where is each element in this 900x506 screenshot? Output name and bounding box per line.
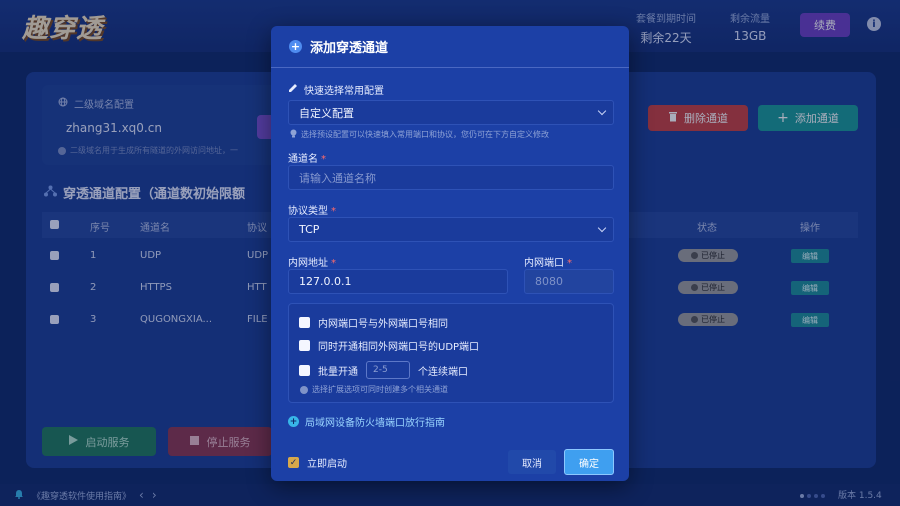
quick-config-hint-text: 选择预设配置可以快速填入常用端口和协议，您仍可在下方自定义修改 (301, 130, 549, 139)
tunnel-name-input[interactable]: 请输入通道名称 (288, 165, 614, 190)
plus-circle-icon: + (289, 40, 302, 53)
batch-suffix: 个连续端口 (418, 366, 468, 378)
required-mark: * (331, 206, 336, 217)
same-port-checkbox[interactable] (299, 317, 310, 328)
cancel-button[interactable]: 取消 (508, 450, 556, 474)
local-port-label-text: 内网端口 (524, 258, 564, 269)
firewall-guide-link[interactable]: + 局域网设备防火墙端口放行指南 (288, 414, 445, 429)
option-batch[interactable]: 批量开通 2-5 个连续端口 (299, 361, 468, 379)
batch-count-input[interactable]: 2-5 (366, 361, 410, 379)
quick-config-hint: 选择预设配置可以快速填入常用端口和协议，您仍可在下方自定义修改 (290, 129, 549, 140)
quick-config-label: 快速选择常用配置 (288, 82, 384, 97)
udp-label: 同时开通相同外网端口号的UDP端口 (318, 342, 480, 353)
local-port-input[interactable]: 8080 (524, 269, 614, 294)
firewall-guide-text: 局域网设备防火墙端口放行指南 (305, 418, 445, 429)
autostart-checkbox[interactable]: ✓ (288, 457, 299, 468)
info-icon (300, 385, 308, 394)
local-address-value: 127.0.0.1 (299, 275, 352, 288)
chevron-down-icon (597, 106, 607, 116)
batch-count-placeholder: 2-5 (373, 365, 388, 375)
required-mark: * (331, 258, 336, 269)
required-mark: * (321, 154, 326, 165)
plus-circle-icon: + (288, 416, 299, 427)
udp-checkbox[interactable] (299, 340, 310, 351)
autostart-option[interactable]: ✓ 立即启动 (288, 455, 347, 470)
tunnel-name-label: 通道名 * (288, 150, 326, 165)
confirm-button[interactable]: 确定 (564, 449, 614, 475)
protocol-label: 协议类型 * (288, 202, 336, 217)
local-address-input[interactable]: 127.0.0.1 (288, 269, 508, 294)
local-address-label: 内网地址 * (288, 254, 336, 269)
local-port-value: 8080 (535, 275, 563, 288)
dialog-header: + 添加穿透通道 (271, 26, 629, 68)
dialog-title: 添加穿透通道 (310, 41, 389, 56)
protocol-select[interactable]: TCP (288, 217, 614, 242)
options-hint: 选择扩展选项可同时创建多个相关通道 (300, 384, 448, 395)
autostart-label: 立即启动 (307, 459, 347, 470)
protocol-value: TCP (299, 223, 320, 236)
required-mark: * (567, 258, 572, 269)
same-port-label: 内网端口号与外网端口号相同 (318, 319, 448, 330)
options-hint-text: 选择扩展选项可同时创建多个相关通道 (312, 385, 448, 394)
quick-config-select[interactable]: 自定义配置 (288, 100, 614, 125)
quick-config-label-text: 快速选择常用配置 (304, 86, 384, 97)
batch-checkbox[interactable] (299, 364, 310, 376)
local-address-label-text: 内网地址 (288, 258, 328, 269)
quick-config-value: 自定义配置 (299, 106, 354, 120)
chevron-down-icon (597, 223, 607, 233)
option-udp[interactable]: 同时开通相同外网端口号的UDP端口 (299, 338, 479, 353)
batch-prefix: 批量开通 (318, 366, 358, 378)
tunnel-name-placeholder: 请输入通道名称 (299, 171, 376, 185)
protocol-label-text: 协议类型 (288, 206, 328, 217)
pen-icon (288, 83, 298, 96)
local-port-label: 内网端口 * (524, 254, 572, 269)
option-same-port[interactable]: 内网端口号与外网端口号相同 (299, 315, 448, 330)
tunnel-name-label-text: 通道名 (288, 154, 318, 165)
lightbulb-icon (290, 129, 297, 140)
